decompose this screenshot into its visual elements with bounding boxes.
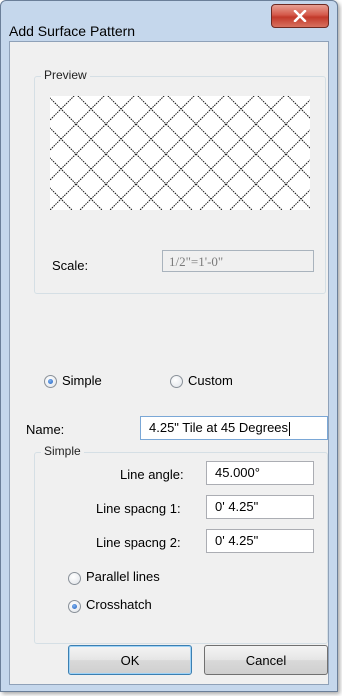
scale-label: Scale:	[52, 258, 89, 273]
parallel-lines-label[interactable]: Parallel lines	[86, 569, 160, 584]
name-input[interactable]: 4.25" Tile at 45 Degrees	[140, 416, 328, 440]
custom-radio-label[interactable]: Custom	[188, 373, 233, 388]
crosshatch-label[interactable]: Crosshatch	[86, 597, 152, 612]
simple-group-label: Simple	[41, 444, 84, 458]
custom-radio[interactable]	[170, 375, 183, 388]
line-spacing-1-input[interactable]: 0' 4.25"	[206, 495, 314, 519]
name-input-text: 4.25" Tile at 45 Degrees	[149, 420, 289, 435]
simple-radio[interactable]	[44, 375, 57, 388]
line-angle-input[interactable]: 45.000°	[206, 461, 314, 485]
name-label: Name:	[26, 422, 65, 437]
simple-radio-label[interactable]: Simple	[62, 373, 102, 388]
line-spacing-2-label: Line spacng 2:	[96, 535, 181, 550]
line-spacing-1-label: Line spacng 1:	[96, 501, 181, 516]
dialog-window: Add Surface Pattern Preview Scale: 1/2"=…	[0, 0, 338, 692]
parallel-lines-radio[interactable]	[68, 572, 81, 585]
pattern-preview	[50, 96, 310, 210]
dialog-client-area: Preview Scale: 1/2"=1'-0" Simple Custom …	[9, 41, 329, 685]
scale-field: 1/2"=1'-0"	[162, 250, 314, 272]
cancel-button[interactable]: Cancel	[204, 645, 328, 675]
close-button[interactable]	[271, 4, 329, 28]
line-angle-label: Line angle:	[120, 467, 184, 482]
close-icon	[293, 10, 307, 22]
preview-group-label: Preview	[41, 68, 90, 82]
crosshatch-radio[interactable]	[68, 600, 81, 613]
text-cursor	[289, 421, 291, 436]
line-spacing-2-input[interactable]: 0' 4.25"	[206, 529, 314, 553]
dialog-title: Add Surface Pattern	[9, 23, 136, 39]
title-bar[interactable]: Add Surface Pattern	[1, 1, 337, 41]
ok-button[interactable]: OK	[68, 645, 192, 675]
